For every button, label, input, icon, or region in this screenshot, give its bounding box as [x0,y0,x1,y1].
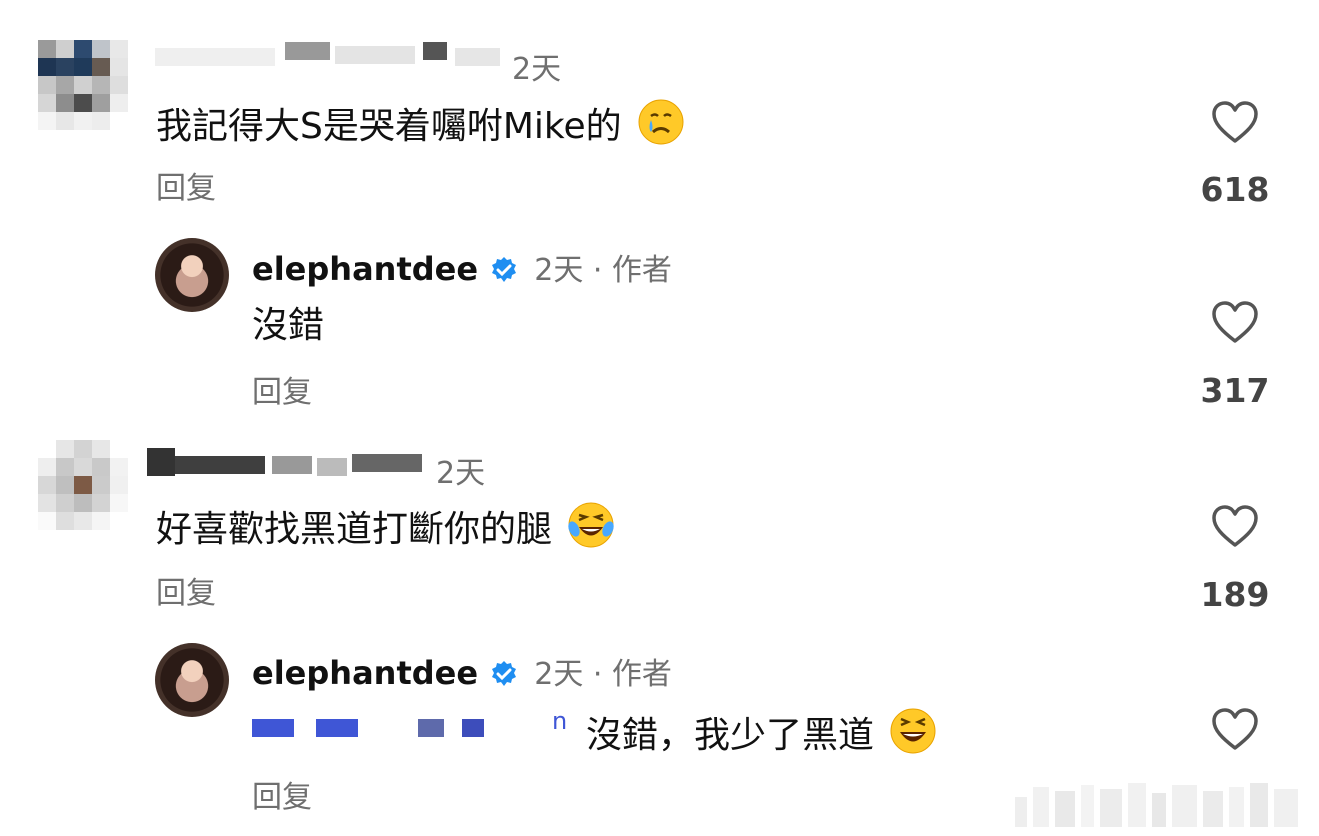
comment-1-avatar[interactable] [38,40,128,130]
comment-2-time: 2天 [436,456,486,491]
reply-2-username[interactable]: elephantdee [252,654,478,692]
reply-2-avatar[interactable] [155,643,229,717]
reply-1-like-heart-icon[interactable] [1211,300,1259,344]
reply-2-reply-button[interactable]: 回复 [252,772,312,816]
comment-1-like-heart-icon[interactable] [1211,100,1259,144]
comment-2-like-heart-icon[interactable] [1211,504,1259,548]
reply-1-header: elephantdee 2天 · 作者 [252,245,672,289]
comment-2-avatar[interactable] [38,440,128,530]
reply-2-mention-tail[interactable]: n [552,699,567,743]
comment-2-reply-button[interactable]: 回复 [156,568,216,612]
crying-face-icon [638,99,684,145]
watermark [1015,781,1315,827]
comment-1-text-row: 我記得大S是哭着囑咐Mike的 [156,98,685,149]
reply-1-meta: 2天 · 作者 [534,253,672,288]
reply-2-text: 沒錯，我少了黑道 [586,715,875,756]
reply-2-like-heart-icon[interactable] [1211,707,1259,751]
comment-1-reply-button[interactable]: 回复 [156,163,216,207]
reply-2-header: elephantdee 2天 · 作者 [252,649,672,693]
comment-2-text: 好喜歡找黑道打斷你的腿 [156,509,553,550]
comment-2-like-count: 189 [1200,575,1270,614]
comment-1-username-redacted[interactable] [155,42,510,74]
verified-badge-icon [492,661,517,686]
comment-1-text: 我記得大S是哭着囑咐Mike的 [156,106,622,147]
comment-2-username-redacted[interactable] [147,442,432,478]
comment-1-time: 2天 [512,52,562,87]
reply-1-username[interactable]: elephantdee [252,250,478,288]
grinning-squint-icon [890,708,936,754]
reply-1-reply-button[interactable]: 回复 [252,367,312,411]
comment-2-text-row: 好喜歡找黑道打斷你的腿 [156,501,615,552]
reply-1-avatar[interactable] [155,238,229,312]
reply-2-text-row: 沒錯，我少了黑道 [586,707,937,758]
reply-2-mention-redacted[interactable]: n [252,707,582,745]
reply-1-text: 沒錯 [252,305,325,346]
reply-1-like-count: 317 [1200,371,1270,410]
reply-2-meta: 2天 · 作者 [534,657,672,692]
comment-1-like-count: 618 [1200,170,1270,209]
verified-badge-icon [492,257,517,282]
laughing-tears-icon [568,502,615,548]
